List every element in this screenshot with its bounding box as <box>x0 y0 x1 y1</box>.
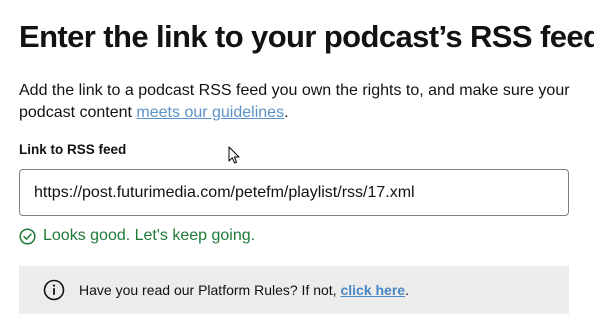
validation-message: Looks good. Let's keep going. <box>19 226 255 246</box>
description-text: Add the link to a podcast RSS feed you o… <box>19 82 570 121</box>
banner-message: Have you read our Platform Rules? If not… <box>79 282 341 298</box>
platform-rules-banner: Have you read our Platform Rules? If not… <box>19 266 569 314</box>
mouse-cursor-icon <box>228 146 240 164</box>
banner-suffix: . <box>405 282 409 298</box>
check-circle-icon <box>19 227 36 245</box>
info-icon <box>43 279 65 301</box>
validation-text: Looks good. Let's keep going. <box>43 227 256 244</box>
rss-input-container <box>19 169 569 216</box>
page-title: Enter the link to your podcast’s RSS fee… <box>19 19 594 54</box>
banner-text: Have you read our Platform Rules? If not… <box>79 282 409 298</box>
rss-field-label: Link to RSS feed <box>19 142 127 157</box>
rss-url-input[interactable] <box>20 170 568 215</box>
platform-rules-link[interactable]: click here <box>340 282 405 298</box>
description-suffix: . <box>284 104 289 121</box>
page-description: Add the link to a podcast RSS feed you o… <box>19 80 579 124</box>
guidelines-link[interactable]: meets our guidelines <box>136 104 284 121</box>
